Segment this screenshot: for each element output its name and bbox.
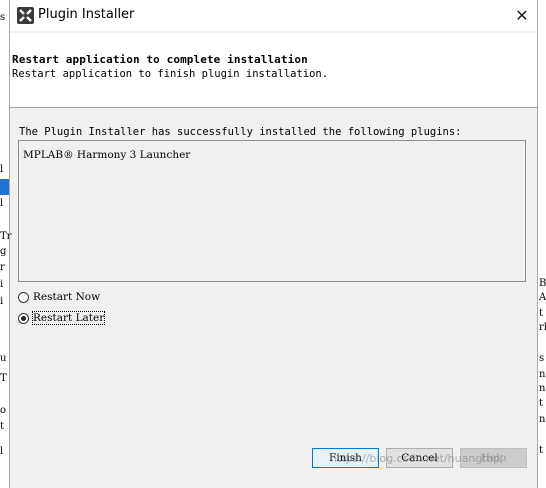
watermark: https://blog.csdn.net/huangtop	[330, 452, 501, 465]
radio-button-selected[interactable]	[18, 312, 29, 324]
radio-button[interactable]	[18, 291, 29, 303]
title-bar[interactable]: Plugin Installer ✕	[9, 0, 537, 31]
restart-now-label: Restart Now	[33, 291, 101, 303]
list-item: MPLAB® Harmony 3 Launcher	[23, 149, 191, 161]
dialog-border	[9, 0, 10, 488]
header-title: Restart application to complete installa…	[12, 53, 308, 66]
netbeans-icon	[17, 7, 34, 24]
header-subtitle: Restart application to finish plugin ins…	[12, 68, 329, 80]
dialog-border	[537, 0, 538, 488]
restart-now-option[interactable]: Restart Now	[18, 289, 100, 305]
installed-plugins-list[interactable]: MPLAB® Harmony 3 Launcher	[18, 140, 526, 282]
header-panel: Restart application to complete installa…	[9, 33, 537, 108]
window-title: Plugin Installer	[38, 7, 135, 22]
close-icon: ✕	[515, 6, 529, 25]
restart-later-option[interactable]: Restart Later	[18, 310, 106, 326]
close-button[interactable]: ✕	[507, 0, 537, 31]
restart-later-label: Restart Later	[31, 311, 106, 325]
success-message: The Plugin Installer has successfully in…	[19, 126, 462, 138]
plugin-installer-dialog: Plugin Installer ✕ Restart application t…	[0, 0, 546, 488]
